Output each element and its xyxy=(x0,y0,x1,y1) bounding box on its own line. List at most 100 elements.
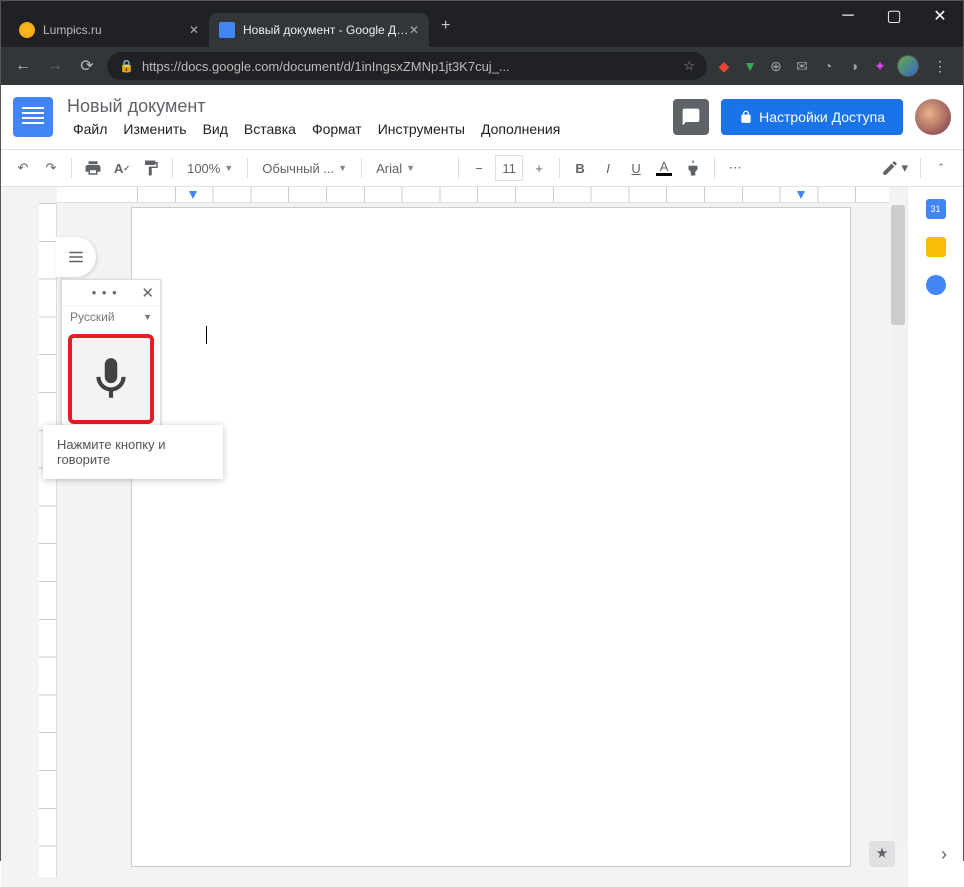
back-button[interactable]: ← xyxy=(11,54,35,78)
outline-icon xyxy=(67,248,85,266)
separator xyxy=(172,158,173,178)
browser-tab-1[interactable]: Lumpics.ru ✕ xyxy=(9,13,209,47)
explore-icon xyxy=(874,846,890,862)
menu-insert[interactable]: Вставка xyxy=(238,119,302,139)
dropdown-arrow-icon: ▼ xyxy=(406,163,415,173)
extension-icon-2[interactable]: ▼ xyxy=(741,57,759,75)
lock-icon: 🔒 xyxy=(119,59,134,73)
comment-icon xyxy=(681,107,701,127)
comments-button[interactable] xyxy=(673,99,709,135)
profile-avatar[interactable] xyxy=(897,55,919,77)
font-value: Arial xyxy=(376,161,402,176)
font-size-value: 11 xyxy=(502,161,516,176)
keep-icon[interactable] xyxy=(926,237,946,257)
document-page[interactable] xyxy=(131,207,851,867)
menu-file[interactable]: Файл xyxy=(67,119,113,139)
browser-menu-button[interactable]: ⋮ xyxy=(927,58,953,75)
extensions-tray: ◆ ▼ ⊕ ✉ ◔ ◑ ✦ xyxy=(715,57,889,75)
font-size-field[interactable]: 11 xyxy=(495,155,523,181)
extension-icon-5[interactable]: ◔ xyxy=(819,57,837,75)
text-color-button[interactable]: A xyxy=(652,155,676,181)
scrollbar-thumb[interactable] xyxy=(891,205,905,325)
italic-button[interactable]: I xyxy=(596,155,620,181)
extension-icon-1[interactable]: ◆ xyxy=(715,57,733,75)
close-window-button[interactable]: ✕ xyxy=(917,1,963,31)
outline-toggle-button[interactable] xyxy=(56,237,96,277)
side-panel-toggle[interactable]: › xyxy=(941,844,947,865)
menu-tools[interactable]: Инструменты xyxy=(372,119,471,139)
document-title[interactable]: Новый документ xyxy=(67,96,673,117)
tab-favicon-2 xyxy=(219,22,235,38)
reload-button[interactable]: ⟳ xyxy=(75,54,99,78)
bookmark-star-icon[interactable]: ☆ xyxy=(683,58,695,74)
dropdown-arrow-icon: ▼ xyxy=(224,163,233,173)
bold-button[interactable]: B xyxy=(568,155,592,181)
undo-button[interactable]: ↶ xyxy=(11,155,35,181)
docs-logo-icon[interactable] xyxy=(13,97,53,137)
window-controls: ─ ▢ ✕ xyxy=(825,1,963,31)
calendar-icon[interactable]: 31 xyxy=(926,199,946,219)
share-label: Настройки Доступа xyxy=(759,109,885,125)
extension-icon-6[interactable]: ◑ xyxy=(845,57,863,75)
expand-toolbar-button[interactable]: ˆ xyxy=(929,155,953,181)
dropdown-arrow-icon: ▾ xyxy=(901,160,908,176)
share-button[interactable]: Настройки Доступа xyxy=(721,99,903,135)
url-field[interactable]: 🔒 https://docs.google.com/document/d/1in… xyxy=(107,52,707,80)
paint-format-button[interactable] xyxy=(138,155,164,181)
tab-close-2[interactable]: ✕ xyxy=(409,23,419,37)
minimize-button[interactable]: ─ xyxy=(825,1,871,31)
text-cursor xyxy=(206,326,207,344)
print-button[interactable] xyxy=(80,155,106,181)
tab-close-1[interactable]: ✕ xyxy=(189,23,199,37)
separator xyxy=(247,158,248,178)
voice-language-value: Русский xyxy=(70,310,115,324)
voice-tooltip-text: Нажмите кнопку и говорите xyxy=(57,437,166,467)
vertical-ruler[interactable] xyxy=(39,203,57,877)
voice-mic-button[interactable] xyxy=(68,334,154,424)
extension-icon-7[interactable]: ✦ xyxy=(871,57,889,75)
tasks-icon[interactable] xyxy=(926,275,946,295)
docs-header: Новый документ Файл Изменить Вид Вставка… xyxy=(1,85,963,149)
menu-format[interactable]: Формат xyxy=(306,119,368,139)
browser-titlebar: Lumpics.ru ✕ Новый документ - Google Док… xyxy=(1,1,963,47)
account-avatar[interactable] xyxy=(915,99,951,135)
voice-panel-menu-button[interactable]: • • • xyxy=(68,285,141,300)
voice-panel-header: • • • ✕ xyxy=(62,280,160,306)
font-size-decrease[interactable]: − xyxy=(467,155,491,181)
style-dropdown[interactable]: Обычный ...▼ xyxy=(256,155,353,181)
maximize-button[interactable]: ▢ xyxy=(871,1,917,31)
font-size-increase[interactable]: + xyxy=(527,155,551,181)
voice-panel-close-button[interactable]: ✕ xyxy=(141,284,154,302)
menu-addons[interactable]: Дополнения xyxy=(475,119,566,139)
zoom-dropdown[interactable]: 100%▼ xyxy=(181,155,239,181)
editing-mode-button[interactable]: ▾ xyxy=(877,155,912,181)
formatting-toolbar: ↶ ↷ A✓ 100%▼ Обычный ...▼ Arial▼ − 11 + … xyxy=(1,149,963,187)
browser-tab-2[interactable]: Новый документ - Google Доку ✕ xyxy=(209,13,429,47)
url-text: https://docs.google.com/document/d/1inIn… xyxy=(142,59,510,74)
spellcheck-button[interactable]: A✓ xyxy=(110,155,134,181)
extension-icon-4[interactable]: ✉ xyxy=(793,57,811,75)
new-tab-button[interactable]: + xyxy=(429,17,462,35)
menu-bar: Файл Изменить Вид Вставка Формат Инструм… xyxy=(67,119,673,139)
vertical-scrollbar[interactable] xyxy=(891,205,905,847)
side-panel: 31 xyxy=(907,187,963,887)
header-actions: Настройки Доступа xyxy=(673,99,951,135)
lock-icon xyxy=(739,110,753,124)
extension-icon-3[interactable]: ⊕ xyxy=(767,57,785,75)
underline-button[interactable]: U xyxy=(624,155,648,181)
menu-edit[interactable]: Изменить xyxy=(117,119,192,139)
separator xyxy=(458,158,459,178)
highlight-button[interactable] xyxy=(680,155,706,181)
menu-view[interactable]: Вид xyxy=(197,119,234,139)
horizontal-ruler[interactable] xyxy=(57,187,889,203)
separator xyxy=(920,158,921,178)
forward-button[interactable]: → xyxy=(43,54,67,78)
tab-title-2: Новый документ - Google Доку xyxy=(243,23,409,37)
voice-typing-panel: • • • ✕ Русский ▼ xyxy=(61,279,161,431)
font-dropdown[interactable]: Arial ▼ xyxy=(370,155,450,181)
dropdown-arrow-icon: ▼ xyxy=(143,312,152,322)
explore-button[interactable] xyxy=(869,841,895,867)
redo-button[interactable]: ↷ xyxy=(39,155,63,181)
more-formatting-button[interactable]: ⋯ xyxy=(723,155,747,181)
voice-language-dropdown[interactable]: Русский ▼ xyxy=(62,306,160,328)
